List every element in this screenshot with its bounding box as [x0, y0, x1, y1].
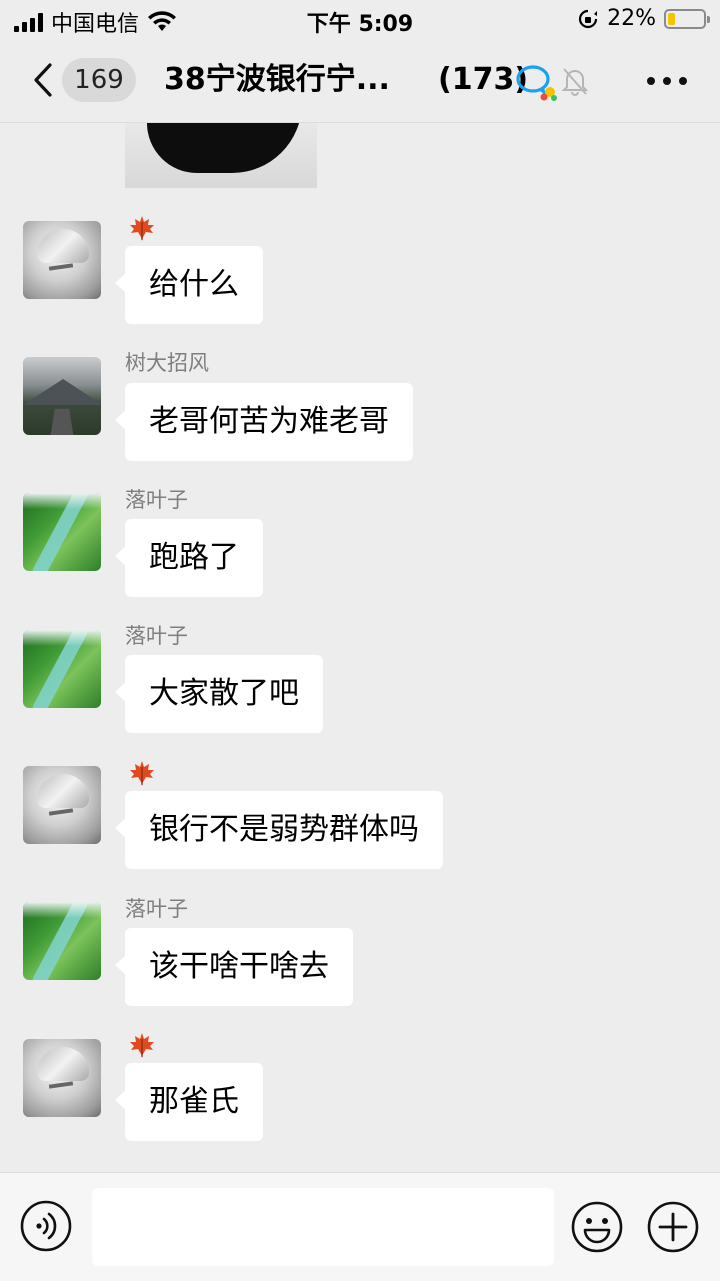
avatar[interactable]: [23, 630, 101, 708]
input-bar: [0, 1172, 720, 1281]
status-bar: 中国电信 下午 5:09 22%: [0, 0, 720, 40]
avatar[interactable]: [23, 902, 101, 980]
chat-header: 169 38宁波银行宁... (173): [0, 40, 720, 123]
avatar[interactable]: [23, 1039, 101, 1117]
maple-leaf-icon: [130, 761, 154, 786]
sender-name: 落叶子: [125, 488, 188, 512]
battery-percent: 22%: [607, 6, 656, 31]
message-bubble[interactable]: 大家散了吧: [115, 655, 323, 733]
battery-icon: [664, 8, 710, 29]
maple-leaf-icon: [130, 1033, 154, 1058]
message-bubble[interactable]: 老哥何苦为难老哥: [115, 383, 413, 461]
message-bubble[interactable]: 给什么: [115, 246, 263, 324]
status-right: 22%: [577, 6, 710, 31]
add-attachment-icon[interactable]: [646, 1200, 700, 1254]
sender-name: 落叶子: [125, 897, 188, 921]
image-message[interactable]: [125, 123, 317, 188]
emoji-icon[interactable]: [570, 1200, 624, 1254]
unread-count-badge[interactable]: 169: [62, 58, 136, 102]
group-title[interactable]: 38宁波银行宁...: [164, 60, 414, 100]
message-bubble[interactable]: 跑路了: [115, 519, 263, 597]
more-options-icon[interactable]: [646, 76, 688, 86]
message-bubble[interactable]: 那雀氏: [115, 1063, 263, 1141]
avatar[interactable]: [23, 357, 101, 435]
voice-input-icon[interactable]: [20, 1200, 72, 1252]
message-bubble[interactable]: 该干啥干啥去: [115, 928, 353, 1006]
sender-name: 树大招风: [125, 351, 209, 375]
sender-name: 落叶子: [125, 624, 188, 648]
avatar[interactable]: [23, 766, 101, 844]
message-input[interactable]: [92, 1188, 554, 1266]
avatar[interactable]: [23, 221, 101, 299]
battery-fill: [668, 12, 675, 25]
chat-bubble-icon[interactable]: [514, 62, 558, 102]
maple-leaf-icon: [130, 216, 154, 241]
back-chevron-icon[interactable]: [24, 60, 64, 100]
orientation-lock-icon: [579, 9, 598, 28]
message-bubble[interactable]: 银行不是弱势群体吗: [115, 791, 443, 869]
avatar[interactable]: [23, 493, 101, 571]
mute-bell-icon: [561, 68, 589, 96]
